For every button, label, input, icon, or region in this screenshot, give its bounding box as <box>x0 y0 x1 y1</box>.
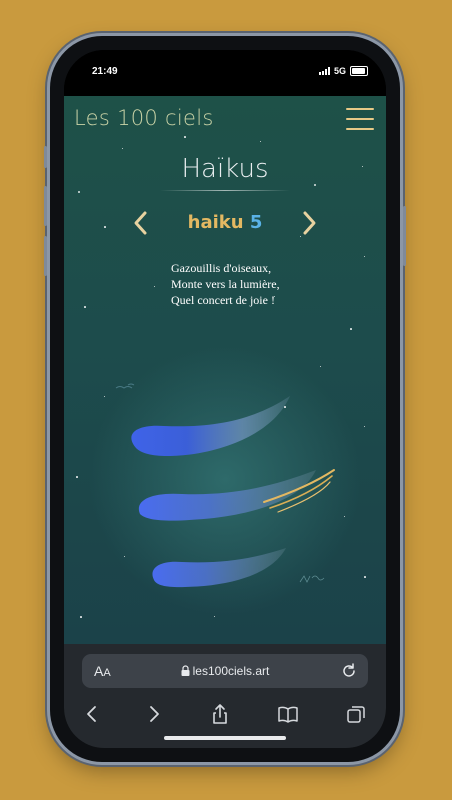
forward-icon[interactable] <box>142 702 166 726</box>
power-button <box>403 206 406 266</box>
page-title: Haïkus <box>181 154 269 184</box>
browser-nav <box>64 702 386 726</box>
site-logo[interactable]: Les 100 ciels <box>74 106 214 130</box>
url-text: les100ciels.art <box>192 664 270 678</box>
haiku-text: Gazouillis d'oiseaux, Monte vers la lumi… <box>171 260 280 308</box>
signal-icon <box>318 67 330 75</box>
screen: 21:49 5G Les 100 ciels Haïkus haiku 5 Ga… <box>64 50 386 748</box>
star <box>84 306 86 308</box>
haiku-line-1: Gazouillis d'oiseaux, <box>171 261 272 275</box>
star <box>364 256 365 257</box>
share-icon[interactable] <box>208 702 232 726</box>
notch <box>166 50 284 80</box>
haiku-word: haiku <box>187 212 244 233</box>
star <box>80 616 82 618</box>
star <box>184 136 186 138</box>
star <box>78 191 80 193</box>
url-display[interactable]: les100ciels.art <box>82 664 368 678</box>
silent-switch <box>44 146 47 168</box>
star <box>154 286 155 287</box>
web-content: Les 100 ciels Haïkus haiku 5 Gazouillis … <box>64 96 386 644</box>
haiku-line-2: Monte vers la lumière, <box>171 277 280 291</box>
address-bar[interactable]: AA les100ciels.art <box>82 654 368 688</box>
star <box>260 141 261 142</box>
bookmarks-icon[interactable] <box>276 702 300 726</box>
network-label: 5G <box>333 66 346 76</box>
volume-down-button <box>44 236 47 276</box>
chevron-right-icon[interactable] <box>298 210 320 236</box>
lock-icon <box>181 665 190 676</box>
battery-icon <box>350 66 368 76</box>
reload-icon[interactable] <box>340 662 358 680</box>
star <box>300 236 301 237</box>
star <box>350 328 352 330</box>
hamburger-menu-icon[interactable] <box>346 108 374 130</box>
browser-toolbar: AA les100ciels.art <box>64 644 386 748</box>
status-icons: 5G <box>318 66 368 76</box>
volume-up-button <box>44 186 47 226</box>
haiku-indicator: haiku 5 <box>64 212 386 233</box>
haiku-artwork <box>115 383 335 588</box>
star <box>214 616 215 617</box>
star <box>314 184 316 186</box>
haiku-line-3: Quel concert de joie ! <box>171 293 275 307</box>
title-divider <box>160 190 290 191</box>
back-icon[interactable] <box>80 702 104 726</box>
phone-frame: 21:49 5G Les 100 ciels Haïkus haiku 5 Ga… <box>44 36 406 762</box>
tabs-icon[interactable] <box>344 702 368 726</box>
status-time: 21:49 <box>92 66 118 77</box>
home-indicator <box>164 736 286 740</box>
haiku-number: 5 <box>249 212 263 233</box>
status-bar: 21:49 5G <box>64 50 386 96</box>
star <box>122 148 123 149</box>
